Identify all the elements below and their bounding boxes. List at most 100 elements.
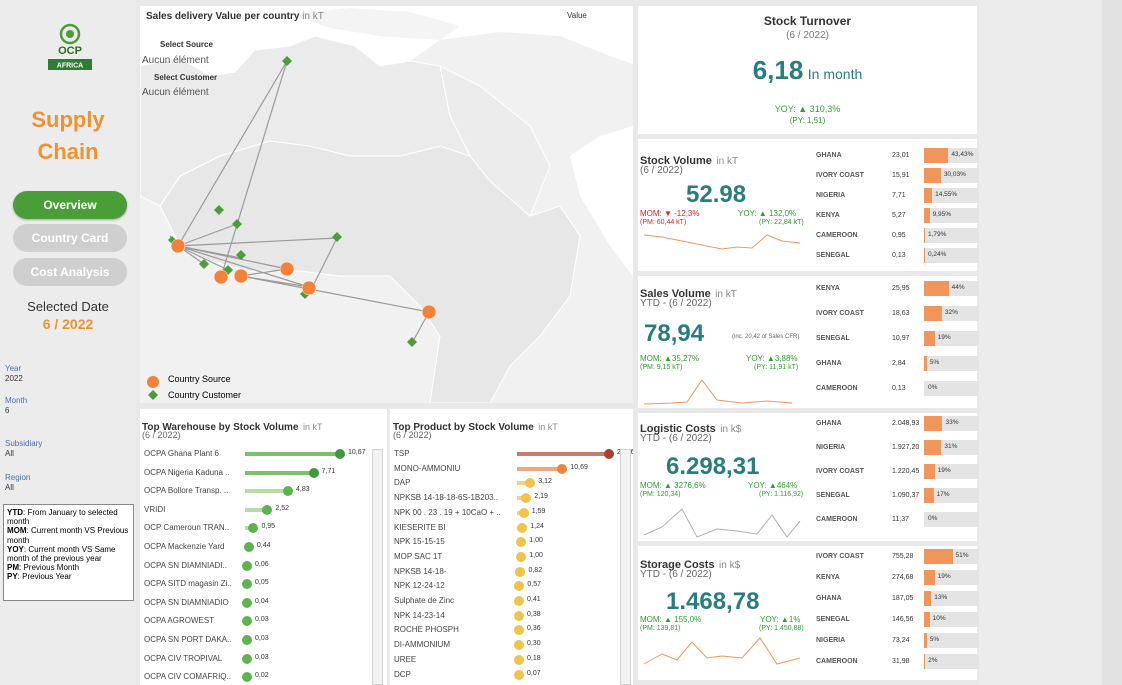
select-customer-dropdown[interactable]: Aucun élément <box>142 87 209 98</box>
item-value: 1,00 <box>529 537 543 545</box>
warehouse-row[interactable]: OCPA Mackenzie Yard 0,44 <box>144 540 369 556</box>
nav-cost-analysis-button[interactable]: Cost Analysis <box>13 258 127 286</box>
top-warehouse-list: OCPA Ghana Plant 6 10,67 OCPA Nigeria Kadu… <box>144 447 369 685</box>
select-customer-label: Select Customer <box>154 73 218 82</box>
share-bar <box>924 228 925 243</box>
warehouse-row[interactable]: OCPA CIV TROPIVAL 0,03 <box>144 652 369 668</box>
dashboard: OCP AFRICA Supply Chain Overview Country… <box>0 0 1122 685</box>
map-canvas[interactable] <box>140 6 633 403</box>
country-value: 11,37 <box>892 516 909 523</box>
share-percent: 32% <box>944 309 958 316</box>
window-scrollbar[interactable] <box>1102 0 1122 685</box>
filter-month[interactable]: Month 6 <box>5 396 27 416</box>
warehouse-row[interactable]: OCPA Bollore Transp. .. 4,83 <box>144 484 369 500</box>
warehouse-row[interactable]: OCPA CIV COMAFRIQ.. 0,02 <box>144 670 369 685</box>
lollipop-stem <box>517 452 609 456</box>
share-bar-track: 13% <box>924 591 980 606</box>
nav-overview-button[interactable]: Overview <box>13 191 127 219</box>
filter-subsidiary[interactable]: Subsidiary All <box>5 439 42 459</box>
product-row[interactable]: Sulphate de Zinc 0,41 <box>394 594 619 610</box>
filter-year[interactable]: Year 2022 <box>5 364 23 384</box>
product-row[interactable]: DCP 0,07 <box>394 668 619 684</box>
product-row[interactable]: NPK 12-24-12 0,57 <box>394 579 619 595</box>
country-label: KENYA <box>816 574 840 581</box>
filter-region[interactable]: Region All <box>5 473 30 493</box>
logistic-costs-mom: MOM: ▲ 3276,6% <box>640 481 706 490</box>
country-value: 1.090,37 <box>892 492 920 499</box>
country-label: NIGERIA <box>816 444 846 451</box>
country-label: KENYA <box>816 212 840 219</box>
product-row[interactable]: NPK 15-15-15 1,00 <box>394 535 619 551</box>
share-bar <box>924 570 935 585</box>
map-card: Sales delivery Value per country in kT V… <box>140 6 633 403</box>
product-row[interactable]: NPKSB 14-18- 0,82 <box>394 565 619 581</box>
stock-turnover-py: (PY: 1,51) <box>789 116 826 125</box>
warehouse-row[interactable]: OCPA SN PORT DAKA.. 0,03 <box>144 633 369 649</box>
item-value: 0,44 <box>256 542 271 549</box>
storage-costs-mom: MOM: ▲ 155,0% <box>640 615 702 624</box>
product-row[interactable]: UREE 0,18 <box>394 653 619 669</box>
share-bar-track: 0,24% <box>924 248 980 263</box>
item-value: 0,03 <box>255 635 269 642</box>
sales-volume-value: 78,94 <box>644 320 705 347</box>
storage-costs-value: 1.468,78 <box>666 588 760 615</box>
storage-costs-card: Storage Costs in k$ YTD - (6 / 2022) 1.4… <box>638 546 980 680</box>
top-warehouse-period: (6 / 2022) <box>142 430 181 440</box>
warehouse-row[interactable]: OCPA Ghana Plant 6 10,67 <box>144 447 369 463</box>
share-bar <box>924 168 941 183</box>
product-row[interactable]: MOP SAC 1T 1,00 <box>394 550 619 566</box>
share-bar <box>924 591 932 606</box>
lollipop-dot <box>514 640 524 651</box>
country-label: NIGERIA <box>816 637 846 644</box>
sidebar: OCP AFRICA Supply Chain Overview Country… <box>0 0 136 685</box>
warehouse-row[interactable]: OCP Cameroun TRAN.. 0,95 <box>144 521 369 537</box>
warehouse-row[interactable]: VRIDI 2,52 <box>144 503 369 519</box>
country-value: 2,84 <box>892 360 906 367</box>
stock-volume-sparkline <box>643 234 801 250</box>
product-row[interactable]: NPK 00 . 23 . 19 + 10CaO + .. 1,59 <box>394 506 619 522</box>
sales-volume-yoy: YOY: ▲3,88% <box>746 354 798 363</box>
stock-volume-bars: GHANA 23,01 43,43% IVORY COAST 15,91 30,03% NI… <box>816 148 980 270</box>
product-row[interactable]: KIESERITE BI 1,24 <box>394 521 619 537</box>
product-row[interactable]: MONO-AMMONIU 10,69 <box>394 462 619 478</box>
legend-source-label: Country Source <box>168 374 231 384</box>
warehouse-row[interactable]: OCPA SITD magasin Zi.. 0,05 <box>144 577 369 593</box>
nav-country-card-button[interactable]: Country Card <box>13 224 127 252</box>
share-bar-track: 1,79% <box>924 228 980 243</box>
warehouse-row[interactable]: OCPA SN DIAMNIADIO 0,04 <box>144 596 369 612</box>
product-row[interactable]: DI-AMMONIUM 0,30 <box>394 638 619 654</box>
logo-subtext: AFRICA <box>57 63 83 70</box>
top-product-scrollbar[interactable] <box>620 449 631 685</box>
product-row[interactable]: DAP 3,12 <box>394 476 619 492</box>
share-bar <box>924 612 930 627</box>
logistic-costs-bars: GHANA 2.048,93 33% NIGERIA 1.927,20 31% IVORY … <box>816 416 980 538</box>
item-label: OCPA SN PORT DAKA.. <box>144 635 232 644</box>
top-product-card: Top Product by Stock Volume in kT (6 / 2… <box>390 409 633 685</box>
share-bar <box>924 188 933 203</box>
filter-month-value: 6 <box>5 406 10 415</box>
item-value: 0,36 <box>527 625 541 633</box>
product-row[interactable]: NPKSB 14-18-18-6S-1B203.. 2,19 <box>394 491 619 507</box>
select-source-dropdown[interactable]: Aucun élément <box>142 55 209 66</box>
logistic-costs-py: (PY: 1.116,92) <box>759 491 804 498</box>
warehouse-row[interactable]: OCPA AGROWEST 0,03 <box>144 614 369 630</box>
lollipop-dot <box>283 486 293 497</box>
product-row[interactable]: TSP21,66 <box>394 447 633 463</box>
country-label: IVORY COAST <box>816 172 864 179</box>
share-bar <box>924 208 930 223</box>
lollipop-dot <box>518 507 529 518</box>
country-value: 187,05 <box>892 595 914 602</box>
item-value: 7,71 <box>321 467 336 475</box>
warehouse-row[interactable]: OCPA SN DIAMNIADI.. 0,06 <box>144 559 369 575</box>
top-warehouse-scrollbar[interactable] <box>372 449 383 685</box>
country-label: SENEGAL <box>816 335 850 342</box>
share-percent: 13% <box>934 594 948 601</box>
country-label: CAMEROON <box>816 516 858 523</box>
sales-volume-period: YTD - (6 / 2022) <box>640 298 712 309</box>
product-row[interactable]: ROCHE PHOSPH 0,36 <box>394 623 619 639</box>
product-row[interactable]: NPK 14-23-14 0,38 <box>394 609 619 625</box>
item-value: 0,57 <box>527 581 542 589</box>
item-label: NPK 15-15-15 <box>394 537 445 547</box>
warehouse-row[interactable]: OCPA Nigeria Kaduna .. 7,71 <box>144 466 369 482</box>
lollipop-dot <box>242 579 252 590</box>
